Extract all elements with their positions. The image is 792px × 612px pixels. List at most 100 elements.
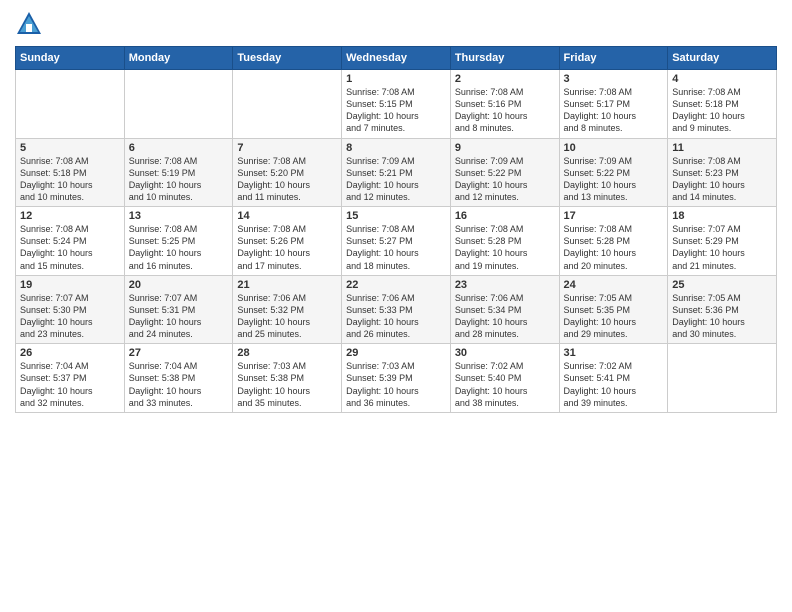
day-info-line: Daylight: 10 hours: [455, 385, 555, 397]
day-cell: 18Sunrise: 7:07 AMSunset: 5:29 PMDayligh…: [668, 207, 777, 276]
col-saturday: Saturday: [668, 47, 777, 70]
day-number: 22: [346, 279, 446, 291]
day-number: 21: [237, 279, 337, 291]
day-number: 7: [237, 142, 337, 154]
day-info-line: Sunset: 5:33 PM: [346, 304, 446, 316]
day-info-line: Sunset: 5:16 PM: [455, 98, 555, 110]
day-info-line: Daylight: 10 hours: [20, 179, 120, 191]
day-number: 19: [20, 279, 120, 291]
day-number: 29: [346, 347, 446, 359]
day-info-line: Sunrise: 7:08 AM: [129, 223, 229, 235]
day-info-line: and 20 minutes.: [564, 260, 664, 272]
day-info-line: Sunrise: 7:08 AM: [20, 155, 120, 167]
day-info-line: Daylight: 10 hours: [129, 385, 229, 397]
day-info-line: Daylight: 10 hours: [346, 385, 446, 397]
day-cell: 27Sunrise: 7:04 AMSunset: 5:38 PMDayligh…: [124, 344, 233, 413]
day-info-line: and 17 minutes.: [237, 260, 337, 272]
day-info-line: Sunrise: 7:08 AM: [672, 86, 772, 98]
day-info-line: Sunrise: 7:03 AM: [346, 360, 446, 372]
day-info-line: Sunset: 5:18 PM: [672, 98, 772, 110]
day-cell: 25Sunrise: 7:05 AMSunset: 5:36 PMDayligh…: [668, 275, 777, 344]
col-monday: Monday: [124, 47, 233, 70]
day-info-line: Daylight: 10 hours: [564, 385, 664, 397]
day-info-line: Sunrise: 7:08 AM: [346, 86, 446, 98]
day-cell: [16, 70, 125, 139]
day-info-line: and 11 minutes.: [237, 191, 337, 203]
day-info-line: Sunset: 5:18 PM: [20, 167, 120, 179]
day-info-line: and 16 minutes.: [129, 260, 229, 272]
day-info-line: Daylight: 10 hours: [20, 385, 120, 397]
day-info-line: Daylight: 10 hours: [237, 179, 337, 191]
day-info-line: Sunset: 5:25 PM: [129, 235, 229, 247]
day-cell: 2Sunrise: 7:08 AMSunset: 5:16 PMDaylight…: [450, 70, 559, 139]
day-info-line: Daylight: 10 hours: [237, 316, 337, 328]
day-number: 15: [346, 210, 446, 222]
day-info-line: Sunrise: 7:06 AM: [346, 292, 446, 304]
day-info-line: and 30 minutes.: [672, 328, 772, 340]
day-cell: 4Sunrise: 7:08 AMSunset: 5:18 PMDaylight…: [668, 70, 777, 139]
day-info-line: Sunrise: 7:08 AM: [20, 223, 120, 235]
day-info-line: Sunset: 5:26 PM: [237, 235, 337, 247]
day-info-line: and 35 minutes.: [237, 397, 337, 409]
day-cell: 16Sunrise: 7:08 AMSunset: 5:28 PMDayligh…: [450, 207, 559, 276]
day-number: 28: [237, 347, 337, 359]
day-number: 1: [346, 73, 446, 85]
day-info-line: Sunrise: 7:09 AM: [346, 155, 446, 167]
day-info-line: Sunrise: 7:08 AM: [346, 223, 446, 235]
header: [15, 10, 777, 38]
day-number: 25: [672, 279, 772, 291]
day-number: 2: [455, 73, 555, 85]
day-number: 24: [564, 279, 664, 291]
day-info-line: and 21 minutes.: [672, 260, 772, 272]
day-info-line: Sunrise: 7:04 AM: [129, 360, 229, 372]
day-info-line: Daylight: 10 hours: [672, 179, 772, 191]
day-info-line: Sunrise: 7:08 AM: [237, 155, 337, 167]
day-info-line: Daylight: 10 hours: [564, 247, 664, 259]
day-info-line: and 38 minutes.: [455, 397, 555, 409]
day-info-line: and 26 minutes.: [346, 328, 446, 340]
day-number: 30: [455, 347, 555, 359]
day-info-line: Sunset: 5:21 PM: [346, 167, 446, 179]
day-info-line: and 8 minutes.: [564, 122, 664, 134]
day-info-line: and 7 minutes.: [346, 122, 446, 134]
day-info-line: Sunrise: 7:05 AM: [564, 292, 664, 304]
day-info-line: Sunrise: 7:08 AM: [564, 86, 664, 98]
day-info-line: Daylight: 10 hours: [455, 179, 555, 191]
day-info-line: and 9 minutes.: [672, 122, 772, 134]
week-row-2: 5Sunrise: 7:08 AMSunset: 5:18 PMDaylight…: [16, 138, 777, 207]
day-cell: [233, 70, 342, 139]
day-info-line: Sunrise: 7:06 AM: [455, 292, 555, 304]
day-info-line: and 24 minutes.: [129, 328, 229, 340]
day-info-line: Daylight: 10 hours: [455, 316, 555, 328]
day-info-line: Sunset: 5:36 PM: [672, 304, 772, 316]
day-cell: 6Sunrise: 7:08 AMSunset: 5:19 PMDaylight…: [124, 138, 233, 207]
day-number: 16: [455, 210, 555, 222]
day-info-line: and 12 minutes.: [346, 191, 446, 203]
day-info-line: and 32 minutes.: [20, 397, 120, 409]
day-info-line: Sunrise: 7:08 AM: [455, 223, 555, 235]
week-row-1: 1Sunrise: 7:08 AMSunset: 5:15 PMDaylight…: [16, 70, 777, 139]
day-info-line: Sunrise: 7:08 AM: [564, 223, 664, 235]
calendar-table: Sunday Monday Tuesday Wednesday Thursday…: [15, 46, 777, 413]
day-number: 17: [564, 210, 664, 222]
day-cell: 29Sunrise: 7:03 AMSunset: 5:39 PMDayligh…: [342, 344, 451, 413]
day-info-line: Sunset: 5:17 PM: [564, 98, 664, 110]
day-info-line: and 15 minutes.: [20, 260, 120, 272]
day-info-line: Sunset: 5:37 PM: [20, 372, 120, 384]
day-number: 20: [129, 279, 229, 291]
day-cell: [668, 344, 777, 413]
day-number: 14: [237, 210, 337, 222]
day-cell: 10Sunrise: 7:09 AMSunset: 5:22 PMDayligh…: [559, 138, 668, 207]
day-info-line: and 25 minutes.: [237, 328, 337, 340]
page: Sunday Monday Tuesday Wednesday Thursday…: [0, 0, 792, 612]
week-row-5: 26Sunrise: 7:04 AMSunset: 5:37 PMDayligh…: [16, 344, 777, 413]
day-info-line: Sunset: 5:38 PM: [237, 372, 337, 384]
calendar-header: Sunday Monday Tuesday Wednesday Thursday…: [16, 47, 777, 70]
day-info-line: Sunrise: 7:07 AM: [129, 292, 229, 304]
day-info-line: Sunrise: 7:09 AM: [455, 155, 555, 167]
day-cell: 12Sunrise: 7:08 AMSunset: 5:24 PMDayligh…: [16, 207, 125, 276]
day-info-line: Sunrise: 7:05 AM: [672, 292, 772, 304]
day-info-line: and 23 minutes.: [20, 328, 120, 340]
day-info-line: Daylight: 10 hours: [129, 247, 229, 259]
day-number: 8: [346, 142, 446, 154]
